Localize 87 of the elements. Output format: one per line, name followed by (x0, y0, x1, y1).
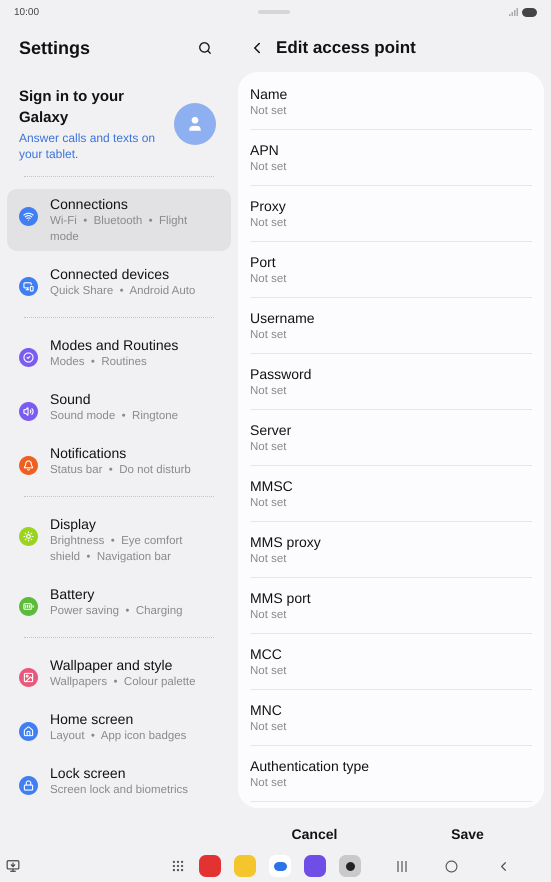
home-icon[interactable] (445, 860, 458, 872)
field-label: MMS proxy (250, 532, 322, 552)
field-row[interactable]: Name Not set (250, 74, 532, 130)
item-title: Connections (50, 195, 129, 213)
item-subtitle: Wi-Fi • Bluetooth • Flight mode (50, 214, 188, 245)
field-row[interactable]: Password Not set (250, 354, 532, 410)
field-value: Not set (250, 608, 288, 622)
chat-app-icon[interactable] (269, 855, 291, 877)
field-row[interactable]: Username Not set (250, 298, 532, 354)
item-subtitle: Sound mode • Ringtone (50, 409, 178, 424)
search-button[interactable] (198, 41, 212, 55)
notes-app-icon[interactable] (199, 855, 221, 877)
field-label: Username (250, 308, 316, 328)
account-title: Sign in to your Galaxy (19, 87, 125, 128)
item-title: Wallpaper and style (50, 656, 174, 674)
field-label: Server (250, 420, 292, 440)
field-label: Password (250, 364, 312, 384)
item-title: Modes and Routines (50, 336, 178, 354)
item-subtitle: Layout • App icon badges (50, 729, 186, 744)
action-button[interactable]: Save (391, 820, 544, 849)
settings-item[interactable]: Modes and Routines Modes • Routines (7, 330, 231, 376)
field-value: Not set (250, 272, 288, 286)
field-value: Not set (250, 664, 288, 678)
field-value: Not set (250, 160, 288, 174)
item-subtitle: Quick Share • Android Auto (50, 284, 196, 299)
field-value: Not set (250, 104, 288, 118)
field-row[interactable]: APN Not set (250, 130, 532, 186)
item-title: Display (50, 515, 97, 533)
field-label: MCC (250, 644, 283, 664)
battery-icon (522, 8, 537, 16)
item-title: Notifications (50, 444, 128, 462)
settings-item[interactable]: Connections Wi-Fi • Bluetooth • Flight mode (7, 189, 231, 251)
settings-item[interactable]: Lock screen Screen lock and biometrics (7, 758, 231, 804)
field-value: Not set (250, 440, 288, 454)
field-label: MMS port (250, 588, 312, 608)
settings-item[interactable]: Battery Power saving • Charging (7, 579, 231, 625)
field-value: Not set (250, 328, 288, 342)
settings-title: Settings (19, 36, 90, 60)
field-row[interactable]: MCC Not set (250, 634, 532, 690)
field-value: Not set (250, 776, 288, 790)
status-time: 10:00 (14, 6, 40, 20)
field-label: Authentication type (250, 756, 370, 776)
item-title: Sound (50, 390, 92, 408)
field-label: Name (250, 84, 288, 104)
item-subtitle: Brightness • Eye comfort shield • Navigation bar (50, 534, 184, 565)
item-subtitle: Wallpapers • Colour palette (50, 675, 196, 690)
field-value: Not set (250, 384, 288, 398)
item-title: Connected devices (50, 265, 170, 283)
settings-item[interactable]: Wallpaper and style Wallpapers • Colour palette (7, 650, 231, 696)
item-title: Battery (50, 585, 96, 603)
screen-icon[interactable] (6, 859, 20, 873)
field-label: Proxy (250, 196, 287, 216)
field-label: APN (250, 140, 280, 160)
signal-icon (509, 8, 518, 16)
field-row[interactable]: Proxy Not set (250, 186, 532, 242)
field-row[interactable]: MMS proxy Not set (250, 522, 532, 578)
field-value: Not set (250, 496, 288, 510)
field-label: MNC (250, 700, 283, 720)
item-title: Home screen (50, 710, 134, 728)
page-title: Edit access point (276, 37, 416, 60)
field-label: MMSC (250, 476, 294, 496)
settings-item[interactable]: Sound Sound mode • Ringtone (7, 384, 231, 430)
account-subtitle[interactable]: Answer calls and texts on your tablet. (19, 130, 169, 162)
field-value: Not set (250, 216, 288, 230)
settings-item[interactable]: Display Brightness • Eye comfort shield • Navigation bar (7, 509, 231, 571)
item-subtitle: Status bar • Do not disturb (50, 463, 191, 478)
field-row[interactable]: MNC Not set (250, 690, 532, 746)
settings-item[interactable]: Home screen Layout • App icon badges (7, 704, 231, 750)
item-subtitle: Modes • Routines (50, 355, 148, 370)
recents-icon[interactable] (397, 860, 407, 872)
settings-item[interactable]: Connected devices Quick Share • Android Auto (7, 259, 231, 305)
field-row[interactable]: Port Not set (250, 242, 532, 298)
item-title: Lock screen (50, 764, 126, 782)
item-subtitle: Screen lock and biometrics (50, 783, 188, 798)
field-value: Not set (250, 552, 288, 566)
field-row[interactable]: Authentication type Not set (250, 746, 532, 802)
field-row[interactable]: MMS port Not set (250, 578, 532, 634)
settings-item[interactable]: Notifications Status bar • Do not disturb (7, 438, 231, 484)
apps-grid-icon[interactable] (171, 859, 185, 873)
field-label: Port (250, 252, 277, 272)
field-row[interactable]: MMSC Not set (250, 466, 532, 522)
item-subtitle: Power saving • Charging (50, 604, 183, 619)
field-row[interactable]: Server Not set (250, 410, 532, 466)
browser-app-icon[interactable] (304, 855, 326, 877)
camera-app-icon[interactable] (339, 855, 361, 877)
action-button[interactable]: Cancel (238, 820, 391, 849)
field-value: Not set (250, 720, 288, 734)
